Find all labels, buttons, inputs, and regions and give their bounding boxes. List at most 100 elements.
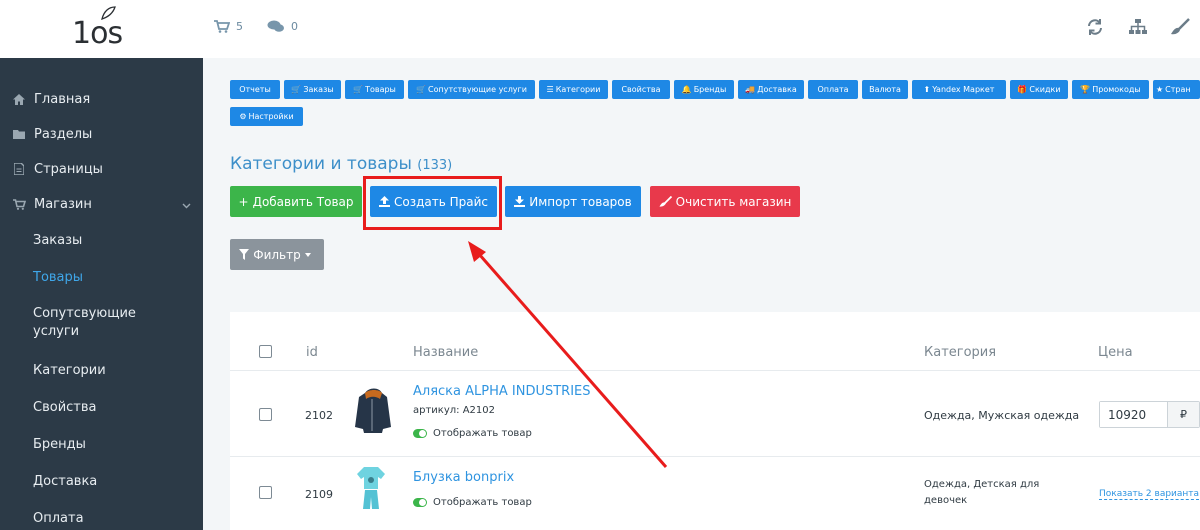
add-product-button[interactable]: + Добавить Товар [230, 186, 362, 217]
product-name-link[interactable]: Аляска ALPHA INDUSTRIES [413, 384, 591, 399]
currency-label: ₽ [1168, 402, 1199, 427]
product-sku: артикул: A2102 [413, 405, 495, 416]
caret-down-icon [304, 252, 311, 257]
page-title: Категории и товары (133) [230, 154, 452, 174]
visibility-toggle[interactable] [413, 498, 427, 507]
row-checkbox[interactable] [259, 486, 272, 499]
visibility-toggle-row: Отображать товар [413, 428, 532, 439]
tab-orders[interactable]: 🛒 Заказы [284, 80, 341, 99]
sitemap-icon[interactable] [1128, 18, 1148, 38]
clear-shop-button[interactable]: Очистить магазин [650, 186, 800, 217]
product-thumbnail[interactable] [353, 387, 393, 435]
gift-icon: 🎁 [1017, 85, 1028, 94]
tab-related-services[interactable]: 🛒 Сопутствующие услуги [408, 80, 535, 99]
tab-reports[interactable]: Отчеты [230, 80, 280, 99]
star-icon: ★ [1156, 85, 1164, 94]
comments-icon [267, 20, 284, 32]
divider [230, 370, 1200, 371]
tab-discounts[interactable]: 🎁 Скидки [1010, 80, 1068, 99]
tab-settings[interactable]: ⚙ Настройки [230, 107, 303, 126]
bell-icon: 🔔 [681, 85, 692, 94]
sidebar-item-pages[interactable]: Страницы [0, 151, 203, 187]
sidebar-item-label: Страницы [34, 161, 103, 177]
brush-icon [659, 196, 672, 207]
brush-icon[interactable] [1170, 18, 1190, 38]
visibility-toggle[interactable] [413, 429, 427, 438]
row-id: 2109 [305, 488, 333, 501]
cart-icon [214, 20, 230, 33]
tab-countries[interactable]: ★ Стран [1153, 80, 1200, 99]
visibility-toggle-row: Отображать товар [413, 497, 532, 508]
product-count: (133) [417, 158, 453, 173]
sidebar-item-label: Главная [34, 91, 91, 107]
tab-properties[interactable]: Свойства [612, 80, 670, 99]
cart-icon: 🛒 [291, 85, 302, 94]
page-title-text: Категории и товары [230, 154, 412, 174]
filter-dropdown[interactable]: Фильтр [230, 239, 324, 270]
column-header-category[interactable]: Категория [924, 345, 996, 360]
top-actions [1086, 18, 1190, 38]
folder-icon [12, 127, 26, 141]
leaf-icon [101, 6, 116, 20]
tab-delivery[interactable]: 🚚 Доставка [738, 80, 804, 99]
comments-counter[interactable]: 0 [267, 20, 298, 33]
tab-categories[interactable]: ☰ Категории [539, 80, 608, 99]
cart-counter[interactable]: 5 [214, 20, 243, 33]
refresh-icon[interactable] [1086, 18, 1106, 38]
price-input[interactable] [1100, 402, 1168, 427]
gear-icon: ⚙ [239, 112, 247, 121]
download-icon [514, 196, 526, 207]
trophy-icon: 🏆 [1080, 85, 1091, 94]
cart-count: 5 [236, 20, 243, 33]
highlight-box [363, 176, 502, 230]
sidebar-subitem-categories[interactable]: Категории [33, 362, 193, 380]
sidebar-subitem-brands[interactable]: Бренды [33, 436, 193, 454]
product-name-link[interactable]: Блузка bonprix [413, 470, 514, 485]
cart-icon [12, 197, 26, 211]
upload-icon: ⬆ [923, 85, 931, 94]
sidebar-subitem-related-services[interactable]: Сопутсвующие услуги [33, 305, 153, 341]
row-id: 2102 [305, 409, 333, 422]
tab-products[interactable]: 🛒 Товары [345, 80, 404, 99]
import-products-button[interactable]: Импорт товаров [505, 186, 641, 217]
filter-icon [239, 249, 250, 260]
sidebar: Главная Разделы Страницы Магазин Заказы … [0, 58, 203, 530]
row-category: Одежда, Мужская одежда [924, 409, 1080, 422]
tab-brands[interactable]: 🔔 Бренды [674, 80, 734, 99]
sidebar-item-label: Разделы [34, 126, 93, 142]
tab-payment[interactable]: Оплата [808, 80, 858, 99]
row-checkbox[interactable] [259, 408, 272, 421]
truck-icon: 🚚 [745, 85, 756, 94]
file-icon [12, 162, 26, 176]
column-header-name[interactable]: Название [413, 345, 478, 360]
top-bar: 1os 5 0 [0, 0, 1200, 58]
sidebar-subitem-payment[interactable]: Оплата [33, 510, 193, 528]
logo-text: 1os [72, 16, 123, 51]
sidebar-item-sections[interactable]: Разделы [0, 116, 203, 152]
list-icon: ☰ [546, 85, 554, 94]
price-field: ₽ [1099, 401, 1200, 428]
home-icon [12, 92, 26, 106]
sidebar-subitem-products[interactable]: Товары [33, 269, 193, 287]
show-variants-link[interactable]: Показать 2 варианта [1099, 489, 1200, 500]
sidebar-subitem-orders[interactable]: Заказы [33, 232, 193, 250]
product-thumbnail[interactable] [356, 465, 386, 511]
tab-currency[interactable]: Валюта [862, 80, 908, 99]
sidebar-item-label: Магазин [34, 196, 92, 212]
plus-icon: + [238, 194, 249, 209]
row-category: Одежда, Детская для девочек [924, 479, 1040, 506]
column-header-id[interactable]: id [306, 345, 318, 360]
cart-icon: 🛒 [416, 85, 427, 94]
cart-icon: 🛒 [353, 85, 364, 94]
tab-yandex-market[interactable]: ⬆ Yandex Маркет [912, 80, 1006, 99]
select-all-checkbox[interactable] [259, 345, 272, 358]
chevron-down-icon [182, 198, 191, 213]
logo[interactable]: 1os [72, 6, 132, 52]
sidebar-item-shop[interactable]: Магазин [0, 186, 203, 222]
products-table: id Название Категория Цена 2102 Аляска A… [230, 312, 1200, 530]
tab-promocodes[interactable]: 🏆 Промокоды [1072, 80, 1149, 99]
column-header-price[interactable]: Цена [1098, 345, 1133, 360]
sidebar-subitem-properties[interactable]: Свойства [33, 399, 193, 417]
sidebar-subitem-delivery[interactable]: Доставка [33, 473, 193, 491]
sidebar-item-home[interactable]: Главная [0, 81, 203, 117]
